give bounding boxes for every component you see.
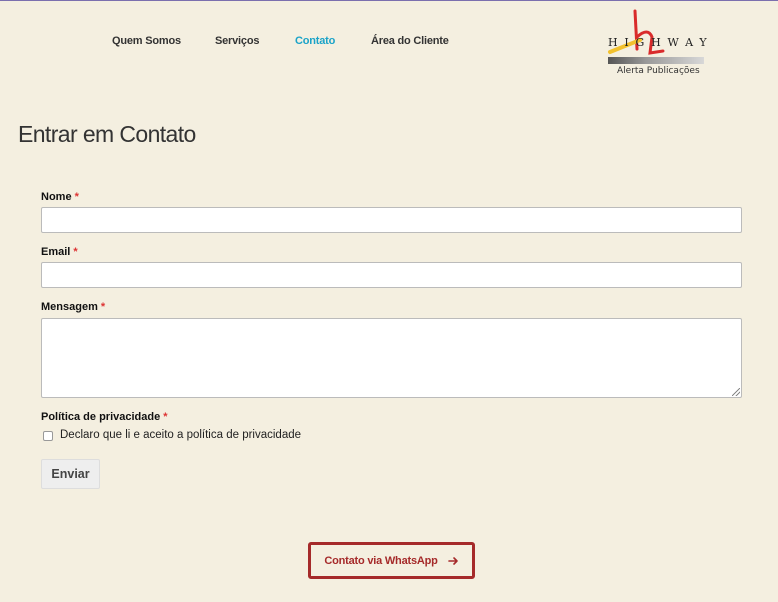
privacy-checkbox[interactable] xyxy=(43,431,53,441)
logo-bar xyxy=(608,57,704,64)
resize-handle-icon[interactable] xyxy=(732,388,740,396)
name-label: Nome * xyxy=(41,191,79,203)
nav-quem-somos[interactable]: Quem Somos xyxy=(112,35,181,47)
logo-subtitle: Alerta Publicações xyxy=(617,66,700,76)
logo-text: HIGHWAY xyxy=(608,36,714,49)
required-mark: * xyxy=(163,411,168,423)
logo[interactable]: HIGHWAY Alerta Publicações xyxy=(606,9,710,81)
name-field[interactable] xyxy=(41,207,742,233)
whatsapp-button-label: Contato via WhatsApp xyxy=(324,554,438,567)
nav-contato[interactable]: Contato xyxy=(295,35,335,47)
required-mark: * xyxy=(100,301,106,313)
email-label: Email * xyxy=(41,246,78,258)
email-field[interactable] xyxy=(41,262,742,288)
privacy-label: Política de privacidade * xyxy=(41,411,168,423)
submit-button[interactable]: Enviar xyxy=(41,459,100,489)
arrow-right-icon xyxy=(447,556,458,565)
message-label: Mensagem * xyxy=(41,301,106,313)
page-title: Entrar em Contato xyxy=(18,121,196,147)
nav-servicos[interactable]: Serviços xyxy=(215,35,259,47)
nav-area-do-cliente[interactable]: Área do Cliente xyxy=(371,35,449,47)
privacy-checkbox-label[interactable]: Declaro que li e aceito a política de pr… xyxy=(60,429,301,441)
message-field[interactable] xyxy=(41,318,742,398)
whatsapp-button[interactable]: Contato via WhatsApp xyxy=(308,542,475,579)
required-mark: * xyxy=(74,191,79,203)
required-mark: * xyxy=(73,246,78,258)
